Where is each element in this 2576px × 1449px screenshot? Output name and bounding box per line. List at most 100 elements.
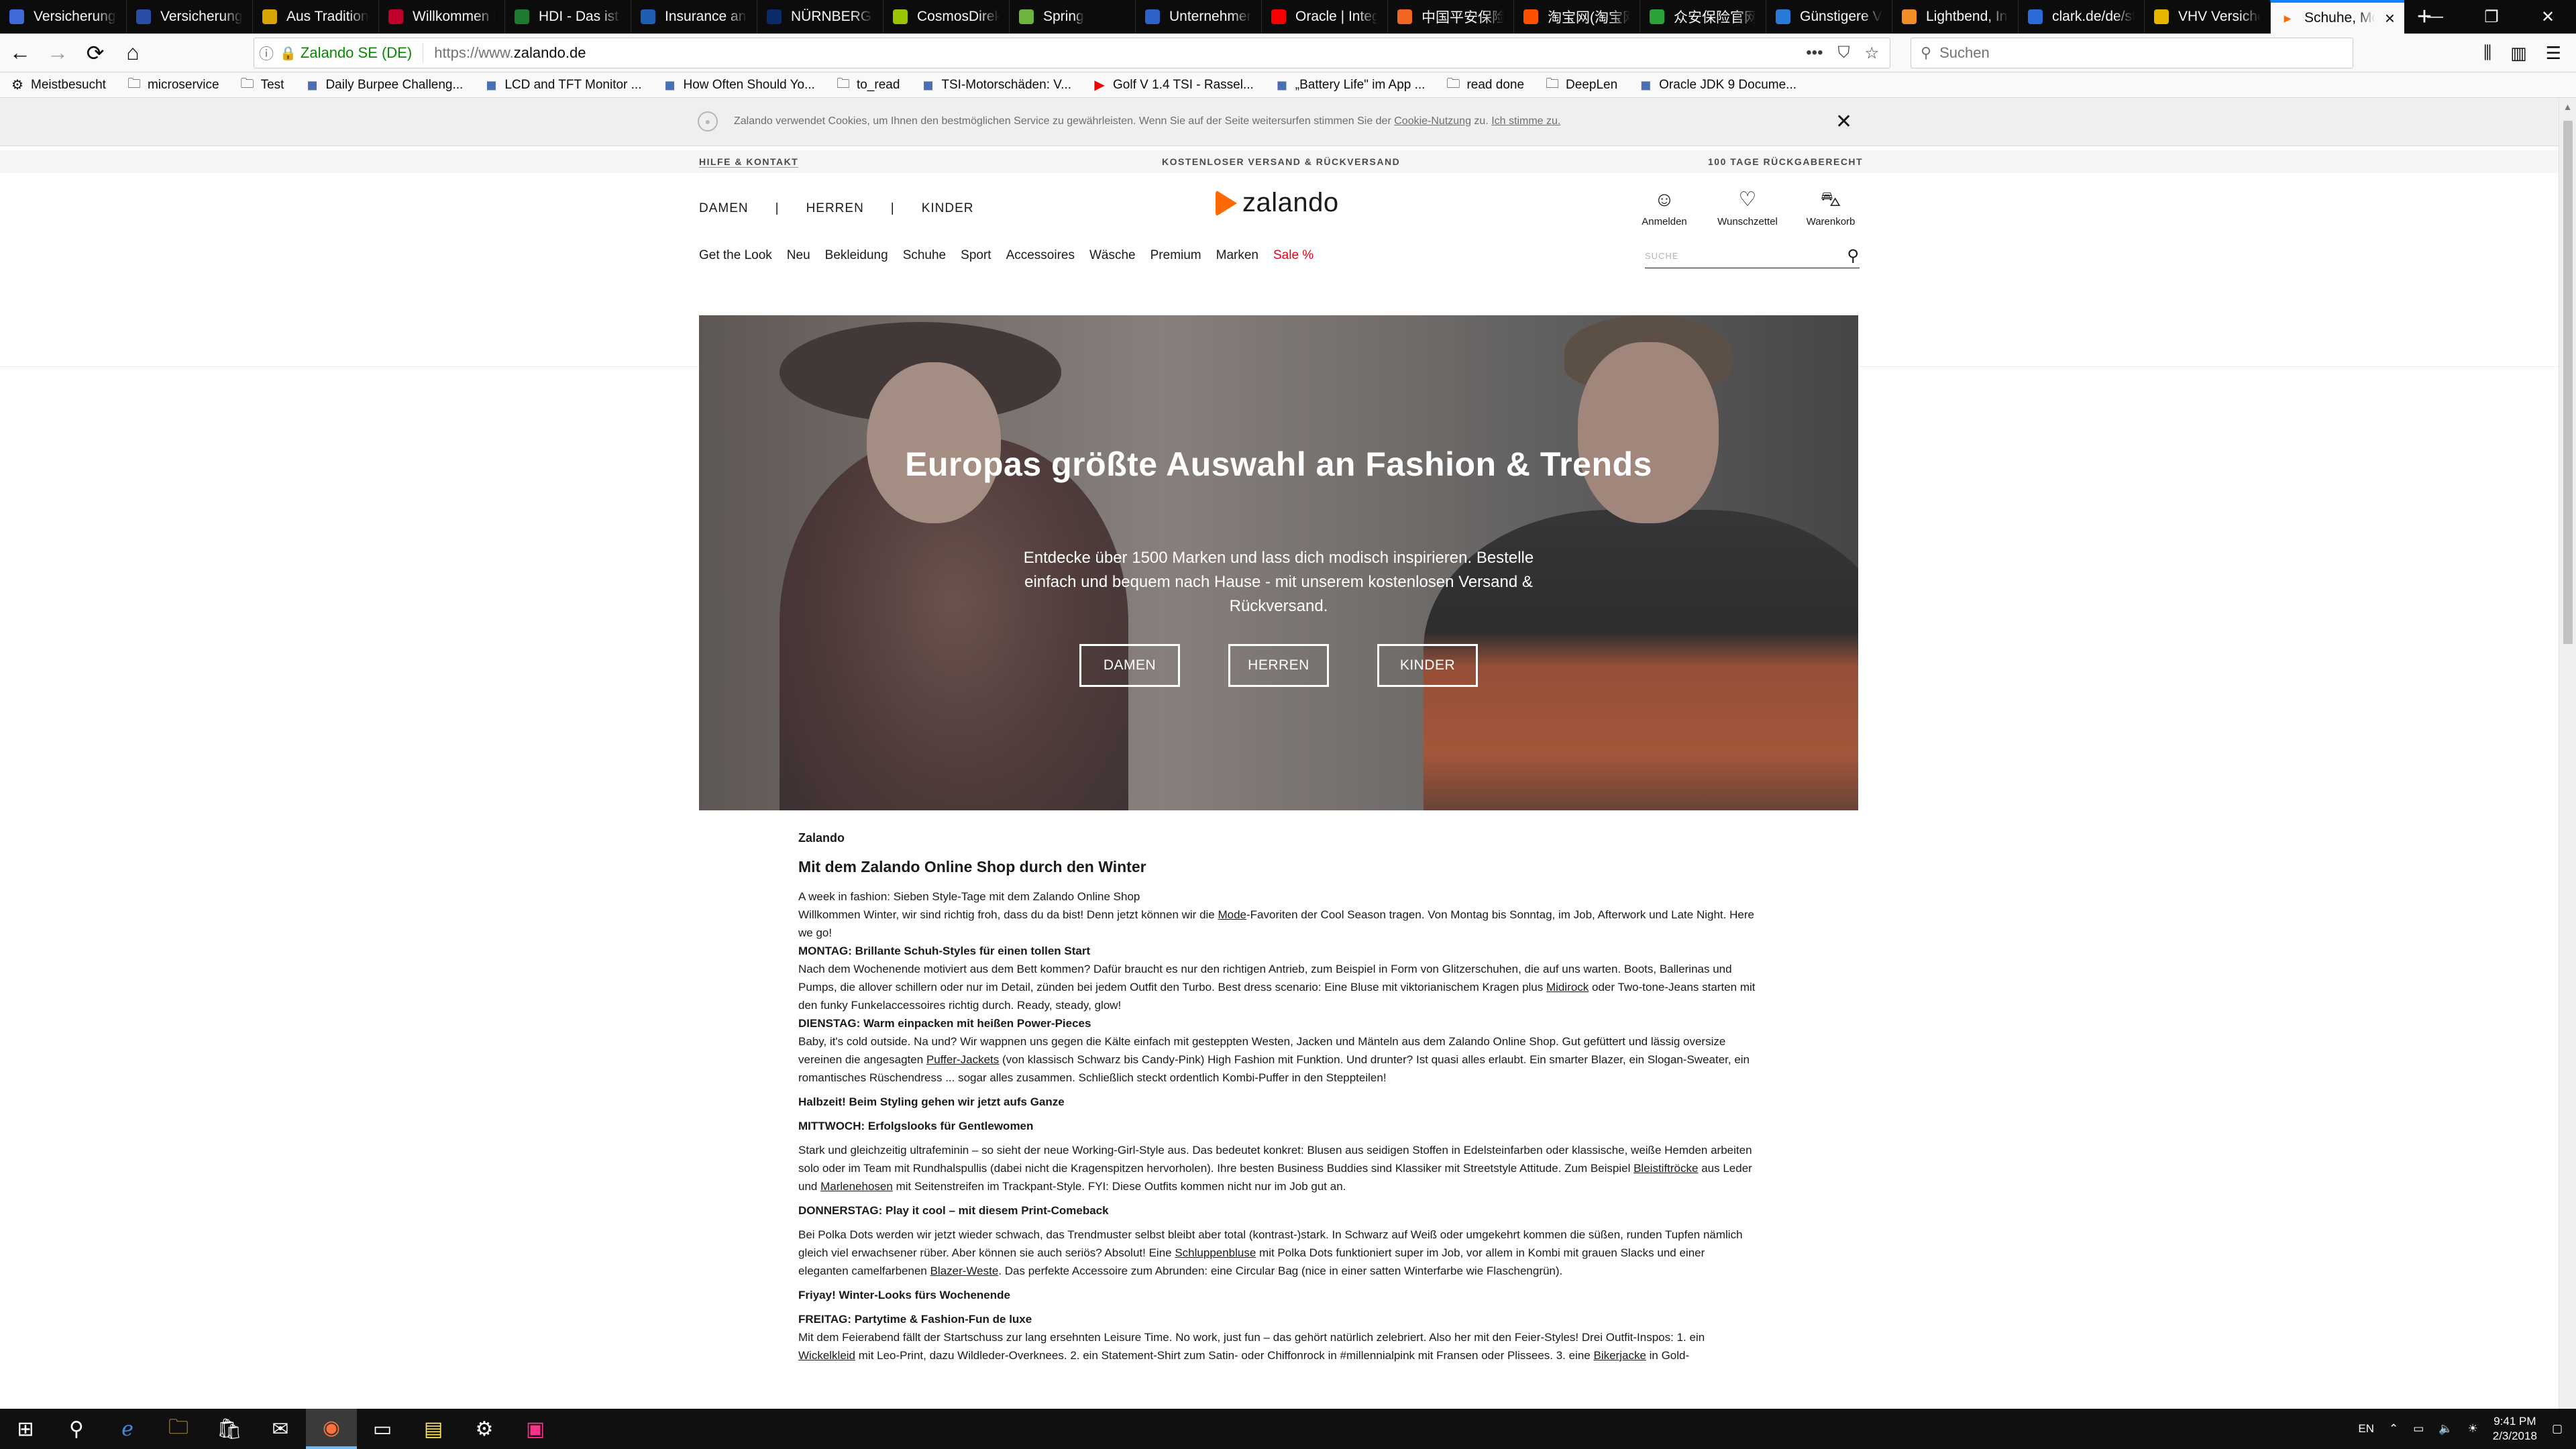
- marlenehosen-link[interactable]: Marlenehosen: [820, 1180, 893, 1193]
- terminal-icon[interactable]: ▭: [357, 1409, 408, 1449]
- address-bar[interactable]: ⓘ 🔒 Zalando SE (DE) https://www. zalando.…: [254, 38, 1890, 68]
- bookmark-item[interactable]: 🗀 to_read: [835, 74, 900, 97]
- bleistiftroecke-link[interactable]: Bleistiftröcke: [1633, 1162, 1698, 1175]
- site-search-input[interactable]: SUCHE ⚲: [1645, 244, 1860, 268]
- network-icon[interactable]: ▭: [2413, 1422, 2424, 1436]
- url-host[interactable]: zalando.de: [514, 44, 586, 62]
- search-placeholder[interactable]: Suchen: [1939, 44, 1990, 62]
- home-icon[interactable]: ⌂: [115, 36, 150, 70]
- browser-tab[interactable]: clark.de/de/sta: [2018, 0, 2144, 34]
- menu-icon[interactable]: ☰: [2546, 43, 2561, 64]
- bookmark-item[interactable]: ▶ Golf V 1.4 TSI - Rassel...: [1091, 76, 1253, 93]
- browser-tab[interactable]: Spring: [1009, 0, 1135, 34]
- hero-button-damen[interactable]: DAMEN: [1079, 644, 1180, 687]
- mail-icon[interactable]: ✉: [255, 1409, 306, 1449]
- login-button[interactable]: ☺ Anmelden: [1634, 188, 1695, 227]
- minimize-icon[interactable]: —: [2407, 0, 2463, 34]
- bookmark-item[interactable]: 🗀 microservice: [126, 74, 219, 97]
- library-icon[interactable]: ⫼: [2483, 42, 2491, 64]
- category-link[interactable]: Wäsche: [1089, 248, 1136, 263]
- browser-tab[interactable]: NÜRNBERGER: [757, 0, 883, 34]
- category-link[interactable]: Bekleidung: [825, 248, 888, 263]
- browser-tab[interactable]: Unternehmens: [1135, 0, 1261, 34]
- store-icon[interactable]: 🛍: [204, 1409, 255, 1449]
- lock-icon[interactable]: 🔒: [280, 45, 297, 62]
- cart-button[interactable]: ⛍ Warenkorb: [1801, 188, 1861, 227]
- site-info-icon[interactable]: ⓘ: [254, 42, 278, 64]
- scrollbar-thumb[interactable]: [2563, 121, 2573, 644]
- bookmark-item[interactable]: 🗀 read done: [1445, 74, 1524, 97]
- file-explorer-icon[interactable]: 🗀: [153, 1409, 204, 1449]
- bookmark-item[interactable]: ◼ „Battery Life" im App ...: [1274, 76, 1425, 93]
- wickelkleid-link[interactable]: Wickelkleid: [798, 1349, 855, 1362]
- notification-icon[interactable]: ▢: [2552, 1422, 2563, 1436]
- close-window-icon[interactable]: ✕: [2520, 0, 2576, 34]
- mode-link[interactable]: Mode: [1218, 908, 1246, 921]
- browser-tab[interactable]: Insurance and: [631, 0, 757, 34]
- browser-tab[interactable]: Willkommen b: [378, 0, 504, 34]
- category-link[interactable]: Get the Look: [699, 248, 772, 263]
- gender-link-herren[interactable]: HERREN: [806, 201, 864, 216]
- edge-browser-icon[interactable]: ℯ: [102, 1409, 153, 1449]
- browser-tab[interactable]: Versicherung. V: [0, 0, 126, 34]
- bookmark-item[interactable]: ◼ Oracle JDK 9 Docume...: [1638, 76, 1796, 93]
- hero-button-herren[interactable]: HERREN: [1228, 644, 1329, 687]
- gender-link-damen[interactable]: DAMEN: [699, 201, 749, 216]
- bookmark-star-icon[interactable]: ☆: [1864, 44, 1879, 63]
- weather-icon[interactable]: ☀: [2468, 1422, 2478, 1436]
- browser-tab[interactable]: HDI - Das ist V: [504, 0, 631, 34]
- browser-tab[interactable]: Versicherungen: [126, 0, 252, 34]
- close-icon[interactable]: ✕: [1835, 110, 1852, 133]
- browser-tab[interactable]: VHV Versicher: [2144, 0, 2270, 34]
- chevron-up-icon[interactable]: ⌃: [2389, 1422, 2398, 1436]
- reload-icon[interactable]: ⟳: [78, 36, 113, 70]
- bookmark-item[interactable]: ⚙ Meistbesucht: [9, 76, 106, 93]
- site-search-placeholder[interactable]: SUCHE: [1645, 251, 1679, 261]
- browser-tab[interactable]: Günstigere Ve: [1766, 0, 1892, 34]
- puffer-jackets-link[interactable]: Puffer-Jackets: [926, 1053, 999, 1066]
- bikerjacke-link[interactable]: Bikerjacke: [1593, 1349, 1646, 1362]
- blazer-weste-link[interactable]: Blazer-Weste: [930, 1265, 999, 1277]
- gender-link-kinder[interactable]: KINDER: [922, 201, 974, 216]
- wishlist-button[interactable]: ♡ Wunschzettel: [1717, 188, 1778, 227]
- help-contact-link[interactable]: HILFE & KONTAKT: [699, 156, 799, 168]
- browser-tab[interactable]: 淘宝网(淘宝网: [1513, 0, 1640, 34]
- hero-button-kinder[interactable]: KINDER: [1377, 644, 1478, 687]
- language-indicator[interactable]: EN: [2358, 1422, 2374, 1436]
- back-icon[interactable]: ←: [3, 36, 38, 70]
- close-tab-icon[interactable]: ×: [2385, 8, 2395, 29]
- clock[interactable]: 9:41 PM 2/3/2018: [2493, 1414, 2537, 1444]
- bookmark-item[interactable]: ◼ LCD and TFT Monitor ...: [483, 76, 641, 93]
- category-link[interactable]: Sport: [961, 248, 991, 263]
- sticky-notes-icon[interactable]: ▤: [408, 1409, 459, 1449]
- volume-icon[interactable]: 🔈: [2438, 1422, 2453, 1436]
- cookie-agree-link[interactable]: Ich stimme zu.: [1491, 115, 1560, 127]
- url-protocol[interactable]: https://www.: [434, 44, 514, 62]
- browser-tab[interactable]: Aus Tradition g: [252, 0, 378, 34]
- forward-icon[interactable]: →: [40, 36, 75, 70]
- search-icon[interactable]: ⚲: [51, 1409, 102, 1449]
- category-link[interactable]: Accessoires: [1006, 248, 1075, 263]
- browser-tab[interactable]: CosmosDirekt: [883, 0, 1009, 34]
- category-link[interactable]: Sale %: [1273, 248, 1313, 263]
- category-link[interactable]: Neu: [787, 248, 810, 263]
- browser-tab[interactable]: 中国平安保险: [1387, 0, 1513, 34]
- pocket-icon[interactable]: ⛉: [1837, 44, 1849, 62]
- category-link[interactable]: Marken: [1216, 248, 1258, 263]
- search-bar[interactable]: ⚲ Suchen: [1911, 38, 2353, 68]
- category-link[interactable]: Premium: [1150, 248, 1201, 263]
- midirock-link[interactable]: Midirock: [1546, 981, 1589, 994]
- bookmark-item[interactable]: 🗀 Test: [239, 74, 284, 97]
- cookie-usage-link[interactable]: Cookie-Nutzung: [1394, 115, 1471, 127]
- schluppenbluse-link[interactable]: Schluppenbluse: [1175, 1246, 1256, 1259]
- firefox-icon[interactable]: ◉: [306, 1409, 357, 1449]
- scroll-up-icon[interactable]: ▲: [2559, 98, 2576, 115]
- browser-tab[interactable]: ▶ Schuhe, Mo ×: [2270, 0, 2404, 34]
- zalando-logo[interactable]: zalando: [1216, 188, 1339, 218]
- browser-tab[interactable]: Lightbend, Inc: [1892, 0, 2018, 34]
- bookmark-item[interactable]: 🗀 DeepLen: [1544, 74, 1617, 97]
- browser-tab[interactable]: 众安保险官网: [1640, 0, 1766, 34]
- bookmark-item[interactable]: ◼ How Often Should Yo...: [661, 76, 815, 93]
- bookmark-item[interactable]: ◼ Daily Burpee Challeng...: [304, 76, 463, 93]
- settings-gear-icon[interactable]: ⚙: [459, 1409, 510, 1449]
